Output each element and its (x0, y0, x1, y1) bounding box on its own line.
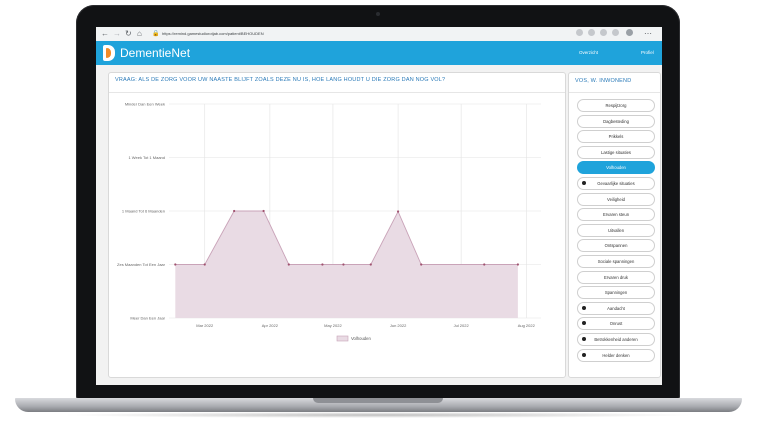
sidebar-item-aandacht[interactable]: Aandacht (577, 301, 655, 315)
data-point (369, 263, 372, 266)
sidebar-item-label: Veiligheid (607, 196, 625, 202)
y-tick-label: Meer Dan Een Jaar (130, 316, 165, 321)
sidebar-item-ontspannen[interactable]: Ontspannen (577, 239, 655, 253)
camera-icon (376, 12, 380, 16)
chart: Minder Dan Een Week 1 Week Tot 1 Maand 1 M… (117, 102, 541, 342)
data-point (516, 263, 519, 266)
address-bar[interactable]: https://remind.gamestudiorotjab.com/pati… (162, 29, 502, 39)
profile-icon[interactable] (626, 29, 633, 36)
sidebar-item-ervaren-steun[interactable]: Ervaren steun (577, 208, 655, 222)
sidebar-item-helder-denken[interactable]: Helder denken (577, 348, 655, 362)
extension-icon[interactable] (576, 29, 583, 36)
sidebar-item-veiligheid[interactable]: Veiligheid (577, 192, 655, 206)
bullet-icon (582, 305, 586, 310)
sidebar-item-ervaren-druk[interactable]: Ervaren druk (577, 270, 655, 284)
x-tick-label: May 2022 (324, 323, 342, 328)
sidebar-item-label: Betrokkenheid anderen (594, 337, 638, 342)
legend-label: Volhouden (351, 336, 371, 341)
sidebar-item-label: Dagbesteding (603, 118, 629, 124)
extension-icon[interactable] (588, 29, 595, 36)
sidebar-item-prikkels[interactable]: Prikkels (577, 130, 655, 144)
browser-toolbar: ← → ↻ ⌂ 🔒 https://remind.gamestudiorotja… (96, 27, 662, 42)
data-point (342, 263, 345, 266)
app-header: DementieNet Overzicht Profiel (96, 41, 662, 65)
nav-overview-link[interactable]: Overzicht (579, 50, 598, 56)
data-point (262, 209, 265, 213)
laptop-shadow (60, 412, 697, 418)
brand-name: DementieNet (120, 46, 191, 60)
data-point (287, 263, 290, 266)
chart-panel: VRAAG: ALS DE ZORG VOOR UW NAASTE BLIJFT… (108, 72, 566, 378)
sidebar-item-label: Uitvallen (607, 227, 625, 233)
sidebar-item-dagbesteding[interactable]: Dagbesteding (577, 114, 655, 128)
data-point (233, 209, 236, 213)
sidebar-item-label: Volhouden (606, 165, 626, 171)
sidebar-item-label: Lastige situaties (600, 149, 632, 155)
sidebar-item-uitvallen[interactable]: Uitvallen (577, 223, 655, 237)
x-tick-label: Apr 2022 (262, 323, 279, 328)
sidebar-item-onrust[interactable]: Onrust (577, 317, 655, 331)
sidebar-item-respijtzorg[interactable]: Respijtzorg (577, 99, 655, 112)
sidebar-item-label: Ervaren druk (604, 274, 628, 280)
x-tick-label: Jul 2022 (454, 323, 470, 328)
bullet-icon (582, 337, 586, 341)
sidebar-item-gevaarlijke-situaties[interactable]: Gevaarlijke situaties (577, 177, 655, 190)
reload-icon[interactable]: ↻ (125, 29, 132, 39)
x-tick-label: Aug 2022 (518, 323, 536, 328)
sidebar-item-label: Spanningen (604, 290, 628, 296)
sidebar-item-lastige-situaties[interactable]: Lastige situaties (577, 145, 655, 159)
sidebar-item-volhouden[interactable]: Volhouden (577, 161, 655, 175)
sidebar-item-label: Helder denken (602, 352, 630, 358)
question-title: VRAAG: ALS DE ZORG VOOR UW NAASTE BLIJFT… (115, 77, 446, 83)
data-point (321, 263, 324, 266)
home-icon[interactable]: ⌂ (137, 29, 142, 39)
sidebar-item-label: Aandacht (607, 305, 625, 311)
data-point (483, 263, 486, 266)
bullet-icon (582, 321, 586, 326)
data-point (420, 263, 423, 266)
sidebar-item-label: Gevaarlijke situaties (597, 181, 635, 186)
nav-profile-link[interactable]: Profiel (641, 50, 654, 56)
bullet-icon (582, 181, 586, 185)
sidebar-item-label: Ontspannen (604, 243, 628, 249)
main-content: VRAAG: ALS DE ZORG VOOR UW NAASTE BLIJFT… (96, 65, 662, 385)
extension-icon[interactable] (600, 29, 607, 36)
y-tick-label: 1 Maand Tot 6 Maanden (122, 209, 165, 214)
screen: ← → ↻ ⌂ 🔒 https://remind.gamestudiorotja… (96, 27, 662, 385)
menu-icon[interactable]: ⋯ (644, 29, 652, 39)
data-point (174, 263, 177, 266)
sidebar-panel: VOS, W. INWONEND Respijtzorg Dagbesteding… (568, 72, 661, 378)
back-icon[interactable]: ← (101, 29, 109, 39)
sidebar-item-label: Respijtzorg (605, 103, 627, 108)
data-point (396, 210, 400, 213)
x-tick-label: Jun 2022 (390, 323, 407, 328)
sidebar-item-sociale-spanningen[interactable]: Sociale spanningen (577, 255, 655, 268)
sidebar-item-betrokkenheid-anderen[interactable]: Betrokkenheid anderen (577, 333, 655, 346)
sidebar-item-label: Onrust (609, 321, 623, 327)
divider (569, 92, 660, 93)
data-point (203, 263, 206, 266)
sidebar-item-spanningen[interactable]: Spanningen (577, 286, 655, 300)
y-tick-label: 1 Week Tot 1 Maand (128, 155, 165, 160)
x-tick-label: Mar 2022 (196, 323, 214, 328)
logo-icon (103, 45, 115, 61)
y-tick-label: Zes Maanden Tot Een Jaar (117, 262, 166, 267)
sidebar-title: VOS, W. INWONEND (575, 78, 632, 84)
sidebar-item-label: Ervaren steun (602, 212, 630, 218)
sidebar-item-label: Sociale spanningen (597, 259, 635, 264)
forward-icon[interactable]: → (113, 29, 121, 39)
favorites-icon[interactable] (612, 29, 619, 36)
laptop-notch (313, 398, 443, 403)
sidebar-item-label: Prikkels (608, 134, 624, 140)
lock-icon: 🔒 (152, 31, 160, 37)
bullet-icon (582, 352, 586, 357)
y-tick-label: Minder Dan Een Week (125, 102, 165, 107)
legend-swatch (336, 335, 349, 342)
